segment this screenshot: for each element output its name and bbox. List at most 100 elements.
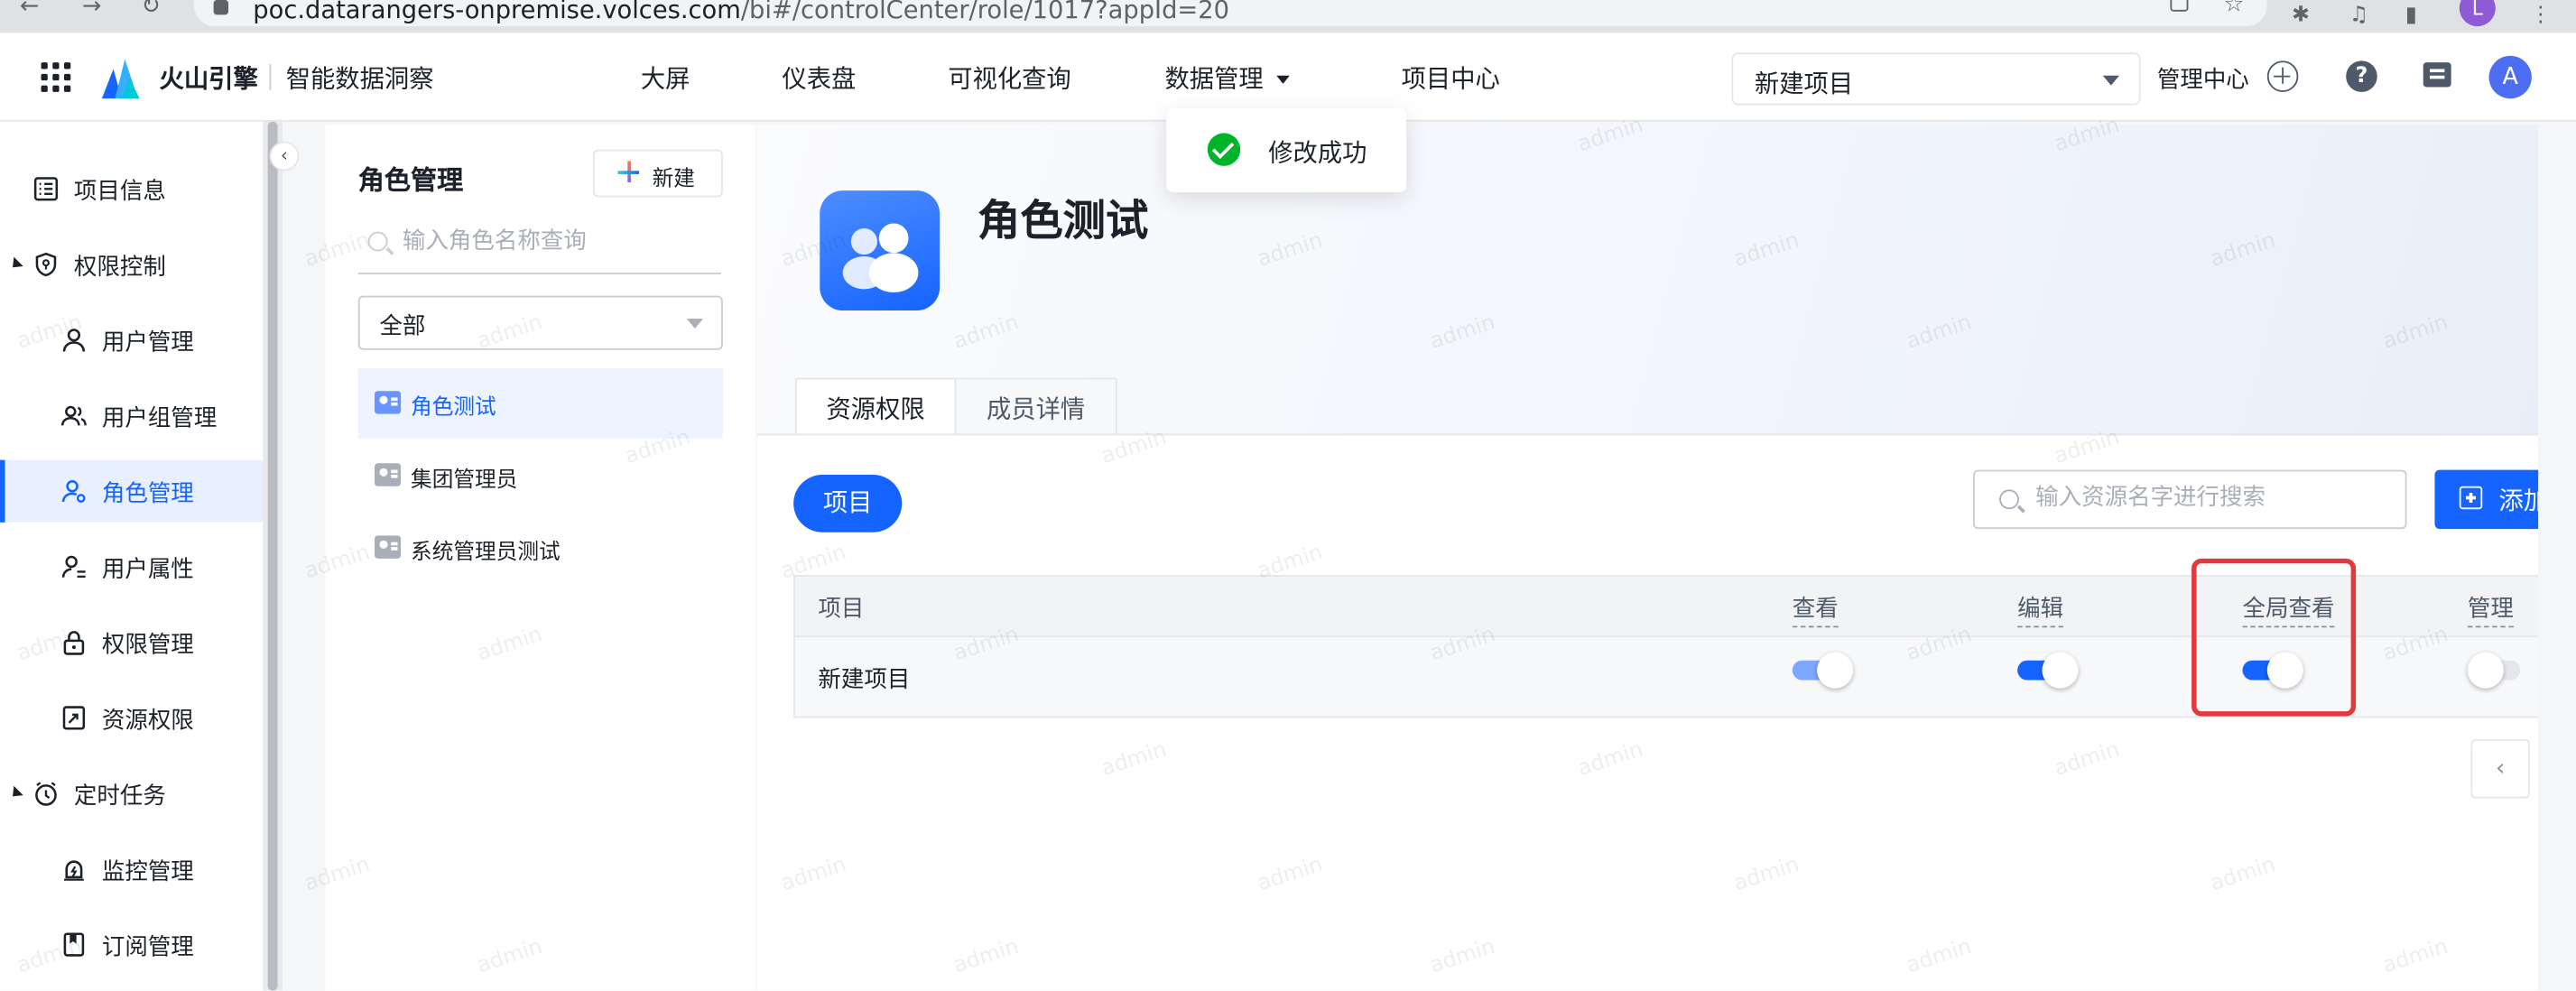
address-bar[interactable]: poc.datarangers-onpremise.volces.com/bi#… <box>193 0 2267 27</box>
product-name: 智能数据洞察 <box>285 63 434 94</box>
new-role-button[interactable]: 新建 <box>593 149 723 198</box>
role-list-item[interactable]: 系统管理员测试 <box>358 513 723 583</box>
project-select-value: 新建项目 <box>1754 69 1854 99</box>
success-toast: 修改成功 <box>1166 108 1407 192</box>
resource-search-input[interactable] <box>2035 484 2397 512</box>
volcano-logo-icon <box>101 59 140 99</box>
toast-message: 修改成功 <box>1268 137 1367 168</box>
manage-permission-toggle[interactable] <box>2467 652 2521 689</box>
monitor-icon <box>63 860 84 881</box>
lock-icon <box>63 631 85 655</box>
role-list-item[interactable]: 角色测试 <box>357 367 723 439</box>
brand-divider <box>269 63 272 91</box>
menu-data-management[interactable]: 数据管理 <box>1164 60 1290 95</box>
role-icon <box>61 480 86 503</box>
add-square-icon <box>2459 486 2483 510</box>
tab-divider <box>757 433 2576 436</box>
bookmark-icon <box>63 932 85 957</box>
role-filter-value: 全部 <box>379 313 426 340</box>
user-attr-icon <box>61 555 86 579</box>
main-scroll-track[interactable] <box>2538 125 2576 991</box>
sidebar-item-user-attributes[interactable]: 用户属性 <box>0 535 263 597</box>
role-search-input[interactable] <box>402 228 715 255</box>
sidebar-item-label: 权限控制 <box>73 255 166 282</box>
pagination-prev-button[interactable]: ‹ <box>2470 739 2531 799</box>
caret-down-icon <box>686 319 704 329</box>
search-icon <box>1999 489 2019 510</box>
tab-member-details[interactable]: 成员详情 <box>954 377 1117 436</box>
plus-icon <box>617 161 640 183</box>
role-list-item[interactable]: 集团管理员 <box>358 440 723 511</box>
tab-resource-permission[interactable]: 资源权限 <box>794 377 957 436</box>
sidebar-item-label: 用户管理 <box>101 329 194 357</box>
sidebar-group-permission-control[interactable]: 权限控制 <box>0 233 263 295</box>
sidebar-item-subscription-management[interactable]: 订阅管理 <box>0 913 263 976</box>
sidebar-item-label: 定时任务 <box>73 783 166 810</box>
sidebar-item-label: 用户属性 <box>101 557 194 584</box>
menu-dashboard[interactable]: 仪表盘 <box>782 60 856 95</box>
menu-project-center[interactable]: 项目中心 <box>1402 60 1500 95</box>
sidebar-item-role-management[interactable]: 角色管理 <box>0 459 264 523</box>
url-text: poc.datarangers-onpremise.volces.com/bi#… <box>253 0 1230 25</box>
caret-down-icon <box>1276 75 1290 84</box>
column-header-manage: 管理 <box>2467 591 2514 628</box>
role-detail-panel: 角色测试 资源权限 成员详情 项目 添加 项目 查看 编辑 全局查看 管理 <box>757 125 2576 991</box>
column-header-view: 查看 <box>1792 591 1839 628</box>
sidebar-group-scheduled-tasks[interactable]: 定时任务 <box>0 763 263 825</box>
role-avatar <box>820 190 941 311</box>
share-icon[interactable] <box>2170 0 2189 12</box>
users-icon <box>60 405 87 426</box>
resource-type-pill[interactable]: 项目 <box>793 475 903 533</box>
list-icon <box>33 177 59 201</box>
management-center-link[interactable]: 管理中心 <box>2157 62 2249 95</box>
role-card-icon <box>374 535 402 559</box>
sidebar-item-user-management[interactable]: 用户管理 <box>0 309 263 371</box>
role-filter-select[interactable]: 全部 <box>357 295 723 350</box>
view-permission-toggle[interactable] <box>1792 652 1854 689</box>
forward-icon[interactable]: → <box>82 0 101 20</box>
sidebar-item-resource-permission[interactable]: 资源权限 <box>0 687 263 749</box>
sidebar-item-label: 监控管理 <box>101 858 194 886</box>
brand-name: 火山引擎 <box>159 63 258 94</box>
sidebar-item-user-group-management[interactable]: 用户组管理 <box>0 384 263 447</box>
highlight-box <box>2191 558 2357 717</box>
music-icon[interactable]: ♫ <box>2349 4 2368 28</box>
resource-icon <box>62 706 86 730</box>
project-select[interactable]: 新建项目 <box>1731 52 2141 106</box>
sidebar-scrollbar[interactable] <box>267 121 278 991</box>
collapse-sidebar-button[interactable]: ‹ <box>269 141 300 171</box>
menu-visual-query[interactable]: 可视化查询 <box>948 60 1071 95</box>
sidebar-item-label: 角色管理 <box>101 481 194 508</box>
kebab-icon[interactable]: ⋮ <box>2530 4 2552 28</box>
profile-avatar[interactable]: L <box>2459 0 2496 27</box>
message-icon[interactable] <box>2423 62 2451 88</box>
expand-caret-icon <box>7 785 23 801</box>
management-center-icon[interactable] <box>2266 60 2299 92</box>
edit-permission-toggle[interactable] <box>2017 652 2079 689</box>
apps-grid-icon[interactable] <box>41 62 71 92</box>
sidebar-item-label: 订阅管理 <box>101 934 194 961</box>
star-icon[interactable]: ☆ <box>2223 0 2244 18</box>
expand-caret-icon <box>7 256 23 273</box>
sidebar-item-permission-management[interactable]: 权限管理 <box>0 611 263 673</box>
puzzle-icon[interactable]: ✱ <box>2292 4 2310 28</box>
back-icon[interactable]: ← <box>20 0 39 20</box>
sidebar-item-monitor-management[interactable]: 监控管理 <box>0 838 263 900</box>
help-icon[interactable]: ? <box>2346 60 2377 92</box>
success-check-icon <box>1207 133 1241 166</box>
reload-icon[interactable]: ↻ <box>142 0 161 20</box>
user-avatar[interactable]: A <box>2488 55 2532 99</box>
sidepanel-icon[interactable]: ▮ <box>2405 4 2417 28</box>
sidebar-item-label: 用户组管理 <box>101 405 218 432</box>
roles-panel-title: 角色管理 <box>357 164 464 196</box>
menu-dashboard-screen[interactable]: 大屏 <box>641 60 690 95</box>
project-name-cell: 新建项目 <box>818 666 911 694</box>
clock-icon <box>35 782 57 806</box>
sidebar-item-label: 资源权限 <box>101 708 194 735</box>
role-title: 角色测试 <box>977 197 1149 247</box>
roles-panel: 角色管理 新建 全部 角色测试 集团管理员 系统管理员测试 <box>325 125 756 991</box>
lock-icon <box>213 0 229 15</box>
shield-icon <box>35 252 57 277</box>
sidebar-item-project-info[interactable]: 项目信息 <box>0 158 263 220</box>
sidebar-item-label: 项目信息 <box>73 179 166 206</box>
